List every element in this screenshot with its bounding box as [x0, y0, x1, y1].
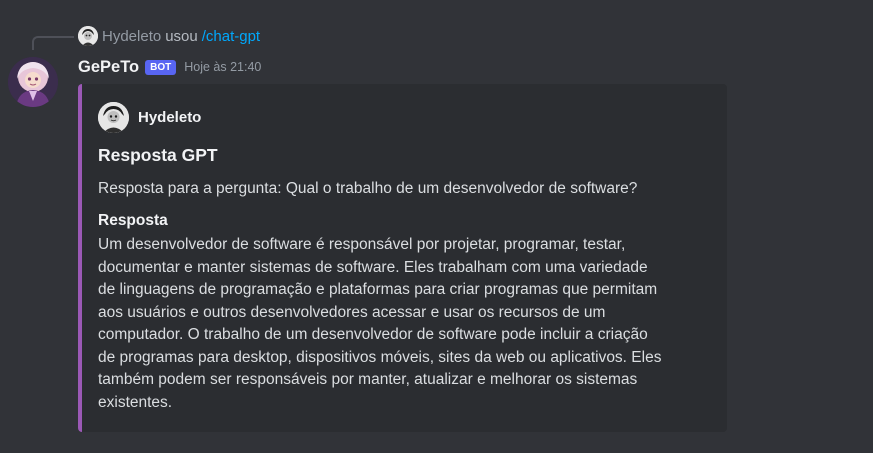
slash-command-link[interactable]: /chat-gpt — [202, 28, 260, 45]
bot-avatar[interactable] — [8, 57, 58, 107]
message-timestamp[interactable]: Hoje às 21:40 — [184, 60, 261, 74]
command-reply-header: Hydeleto usou /chat-gpt — [78, 26, 260, 46]
reply-user-avatar[interactable] — [78, 26, 98, 46]
message-embed: Hydeleto Resposta GPT Resposta para a pe… — [78, 84, 727, 432]
chat-message-area: Hydeleto usou /chat-gpt GePeTo BOT Hoje … — [0, 0, 873, 453]
embed-field-name: Resposta — [98, 212, 168, 229]
reply-username[interactable]: Hydeleto — [102, 28, 161, 45]
embed-author-avatar — [98, 102, 129, 133]
reply-verb: usou — [165, 27, 198, 45]
bot-badge: BOT — [145, 59, 177, 75]
embed-description: Resposta para a pergunta: Qual o trabalh… — [98, 180, 638, 197]
embed-title: Resposta GPT — [98, 145, 218, 165]
bot-username[interactable]: GePeTo — [78, 58, 139, 77]
embed-author: Hydeleto — [98, 102, 201, 133]
reply-connector — [32, 36, 74, 50]
embed-author-name: Hydeleto — [138, 109, 202, 126]
message-header: GePeTo BOT Hoje às 21:40 — [78, 56, 261, 78]
embed-field-value: Um desenvolvedor de software é responsáv… — [98, 236, 662, 411]
